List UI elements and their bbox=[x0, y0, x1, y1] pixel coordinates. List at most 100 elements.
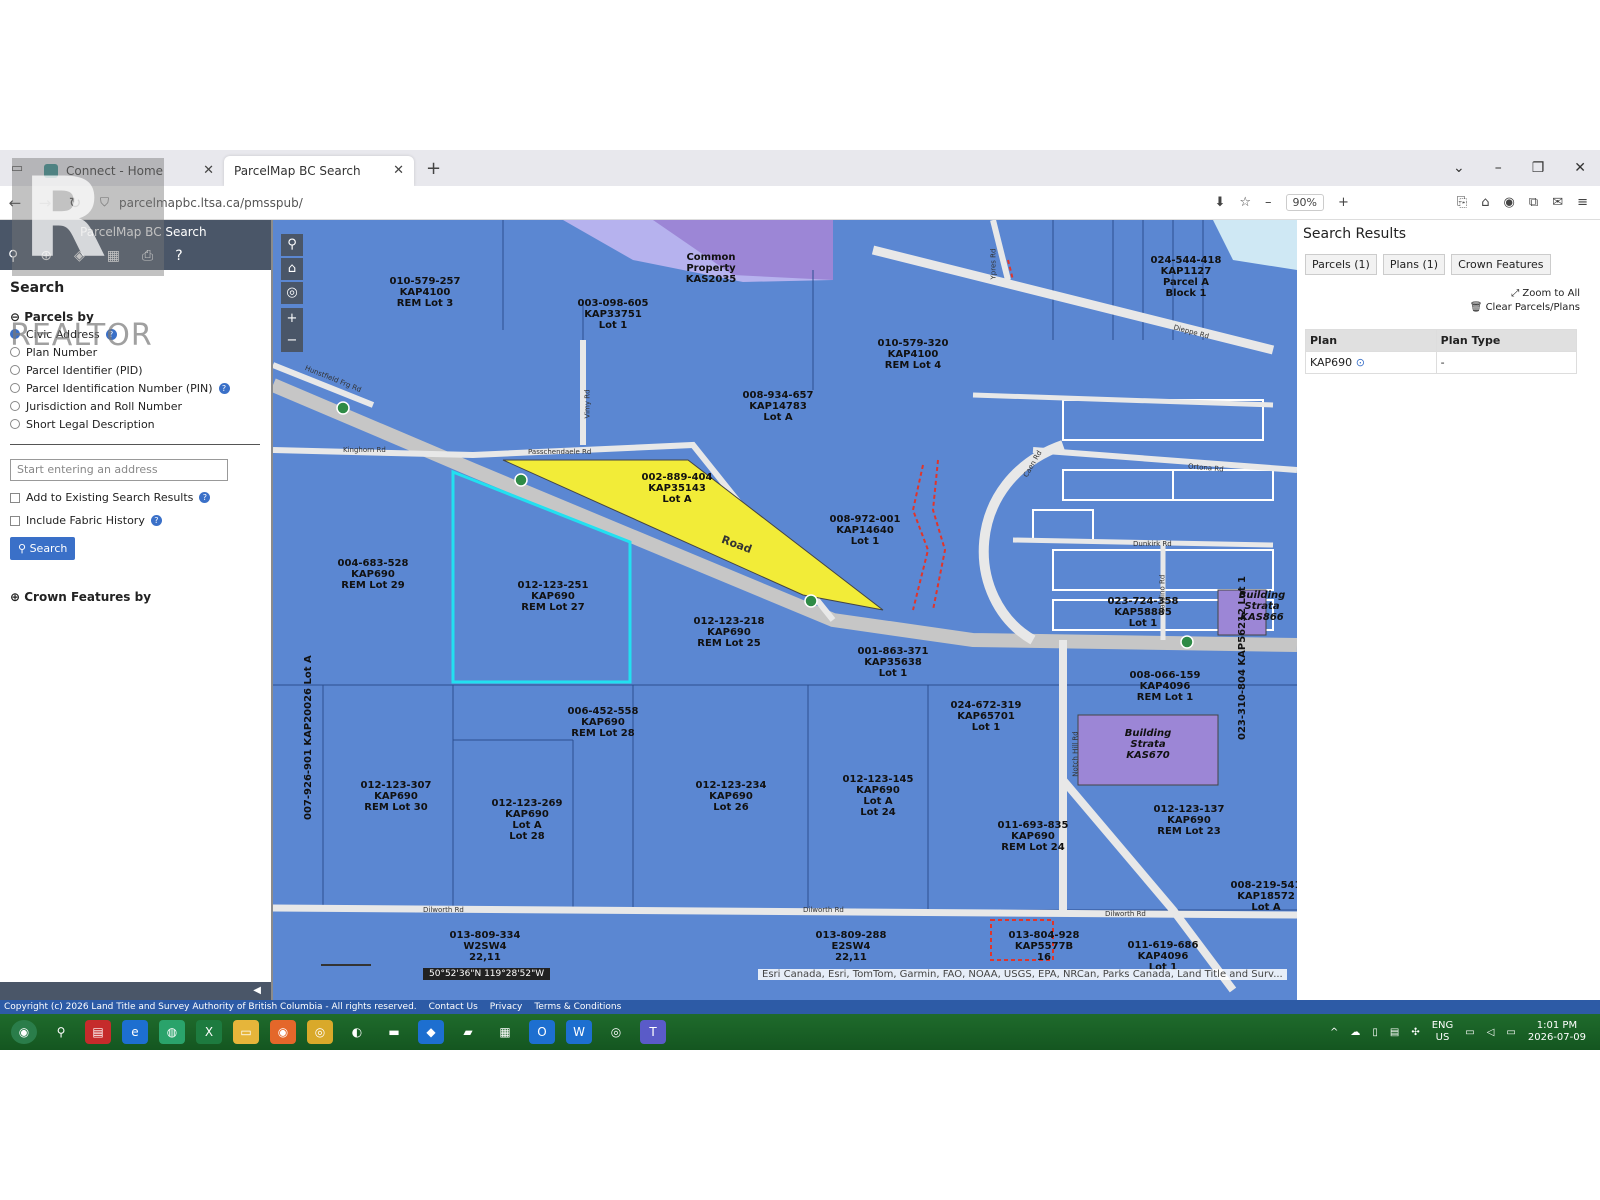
battery-icon[interactable]: ▭ bbox=[1506, 1027, 1515, 1038]
checkbox-box[interactable] bbox=[10, 492, 20, 503]
app-icon[interactable]: ▰ bbox=[455, 1020, 481, 1044]
calculator-icon[interactable]: ▦ bbox=[492, 1020, 518, 1044]
home-icon[interactable]: ⌂ bbox=[1481, 195, 1489, 210]
table-header: Plan bbox=[1305, 329, 1437, 352]
table-row[interactable]: KAP690 ⊙ - bbox=[1305, 351, 1578, 374]
road-label: Cassino Rd bbox=[1158, 574, 1167, 614]
parcel-label: 024-672-319 KAP65701 Lot 1 bbox=[950, 700, 1022, 733]
teams-icon[interactable]: T bbox=[640, 1020, 666, 1044]
zoom-out-icon[interactable]: – bbox=[1265, 195, 1272, 210]
file-explorer-icon[interactable]: ▭ bbox=[233, 1020, 259, 1044]
chrome-icon[interactable]: ◎ bbox=[307, 1020, 333, 1044]
coordinate-readout: 50°52'36"N 119°28'52"W bbox=[423, 968, 551, 980]
pdf-app-icon[interactable]: ▤ bbox=[85, 1020, 111, 1044]
restore-icon[interactable]: ❐ bbox=[1532, 160, 1545, 176]
account-icon[interactable]: ◉ bbox=[1504, 195, 1515, 210]
close-tab-icon[interactable]: ✕ bbox=[203, 163, 214, 178]
help-icon[interactable]: ? bbox=[175, 248, 182, 264]
collapse-panel-icon[interactable]: ◀ bbox=[0, 982, 271, 1000]
save-page-icon[interactable]: ⬇ bbox=[1214, 195, 1225, 210]
help-icon[interactable]: ? bbox=[150, 515, 162, 526]
radio-dot[interactable] bbox=[10, 419, 20, 429]
firefox-icon[interactable]: ◉ bbox=[270, 1020, 296, 1044]
parcel-label: 012-123-145 KAP690 Lot A Lot 24 bbox=[842, 774, 914, 818]
browser-icon[interactable]: ◍ bbox=[159, 1020, 185, 1044]
address-input[interactable]: Start entering an address bbox=[10, 459, 228, 481]
app-icon[interactable]: ◆ bbox=[418, 1020, 444, 1044]
excel-icon[interactable]: X bbox=[196, 1020, 222, 1044]
help-icon[interactable]: ? bbox=[218, 382, 230, 394]
cloud-icon[interactable]: ☁ bbox=[1350, 1027, 1360, 1038]
locate-pin-icon[interactable]: ⚲ bbox=[281, 234, 303, 256]
crown-features-heading[interactable]: ⊕ Crown Features by bbox=[10, 590, 261, 604]
radio-dot[interactable] bbox=[10, 401, 20, 411]
menu-icon[interactable]: ≡ bbox=[1577, 195, 1588, 210]
new-tab-icon[interactable]: + bbox=[414, 158, 453, 179]
map-home-icon[interactable]: ⌂ bbox=[281, 258, 303, 280]
radio-jurisdiction-roll[interactable]: Jurisdiction and Roll Number bbox=[10, 400, 261, 413]
app-icon[interactable]: ◎ bbox=[603, 1020, 629, 1044]
word-icon[interactable]: W bbox=[566, 1020, 592, 1044]
zoom-in-icon[interactable]: + bbox=[1338, 195, 1349, 210]
network-icon[interactable]: ▭ bbox=[1465, 1027, 1474, 1038]
terms-link[interactable]: Terms & Conditions bbox=[534, 1000, 621, 1014]
clock[interactable]: 1:01 PM 2026-07-09 bbox=[1528, 1020, 1586, 1044]
parcel-label: 013-809-334 W2SW4 22,11 bbox=[449, 930, 521, 963]
map-zoom-out-icon[interactable]: − bbox=[281, 330, 303, 352]
watermark-text: REALTOR bbox=[10, 318, 153, 353]
radio-dot[interactable] bbox=[10, 365, 20, 375]
radio-dot[interactable] bbox=[10, 383, 20, 393]
search-button[interactable]: ⚲ Search bbox=[10, 537, 76, 560]
include-fabric-checkbox[interactable]: Include Fabric History? bbox=[10, 514, 261, 527]
app-tray-icon[interactable]: ✣ bbox=[1411, 1027, 1419, 1038]
more-options-icon[interactable]: ⊙ bbox=[1356, 356, 1365, 369]
keyboard-icon[interactable]: ▬ bbox=[381, 1020, 407, 1044]
zoom-to-all-link[interactable]: ⤢ Zoom to All bbox=[1297, 287, 1580, 301]
minimize-icon[interactable]: – bbox=[1495, 160, 1502, 176]
radio-pid[interactable]: Parcel Identifier (PID) bbox=[10, 364, 261, 377]
copyright-text: Copyright (c) 2026 Land Title and Survey… bbox=[4, 1002, 417, 1012]
extensions-icon[interactable]: ⧉ bbox=[1529, 195, 1538, 210]
clear-parcels-link[interactable]: 🗑 Clear Parcels/Plans bbox=[1297, 301, 1580, 315]
volume-icon[interactable]: ◁ bbox=[1487, 1027, 1495, 1038]
address-bar[interactable]: ⛉ parcelmapbc.ltsa.ca/pmsspub/ bbox=[100, 190, 1214, 216]
road-label: Dunkirk Rd bbox=[1133, 540, 1172, 548]
radio-short-legal[interactable]: Short Legal Description bbox=[10, 418, 261, 431]
locate-me-icon[interactable]: ◎ bbox=[281, 282, 303, 304]
app-icon[interactable]: ◐ bbox=[344, 1020, 370, 1044]
tab-list-chevron-icon[interactable]: ⌄ bbox=[1453, 160, 1465, 176]
table-cell[interactable]: KAP690 ⊙ bbox=[1305, 351, 1437, 374]
map-view[interactable]: 010-579-257 KAP4100 REM Lot 3 003-098-60… bbox=[273, 220, 1297, 1000]
start-icon[interactable]: ◉ bbox=[11, 1020, 37, 1044]
parcel-label: 008-934-657 KAP14783 Lot A bbox=[742, 390, 814, 423]
map-zoom-in-icon[interactable]: + bbox=[281, 308, 303, 330]
close-window-icon[interactable]: ✕ bbox=[1574, 160, 1586, 176]
tab-parcels[interactable]: Parcels (1) bbox=[1305, 254, 1377, 275]
help-icon[interactable]: ? bbox=[199, 492, 211, 503]
app-tray-icon[interactable]: ▤ bbox=[1390, 1027, 1399, 1038]
language-indicator[interactable]: ENG US bbox=[1432, 1020, 1454, 1044]
pocket-icon[interactable]: ⎘ bbox=[1457, 195, 1467, 210]
contact-link[interactable]: Contact Us bbox=[429, 1000, 478, 1014]
radio-pin[interactable]: Parcel Identification Number (PIN)? bbox=[10, 382, 261, 395]
close-tab-icon[interactable]: ✕ bbox=[393, 163, 404, 178]
table-cell: - bbox=[1435, 351, 1578, 374]
tab-parcelmap[interactable]: ParcelMap BC Search ✕ bbox=[224, 156, 414, 186]
tab-plans[interactable]: Plans (1) bbox=[1382, 254, 1446, 275]
show-hidden-icon[interactable]: ^ bbox=[1330, 1027, 1338, 1038]
parcel-label: 003-098-605 KAP33751 Lot 1 bbox=[577, 298, 649, 331]
usb-icon[interactable]: ▯ bbox=[1372, 1027, 1378, 1038]
zoom-level[interactable]: 90% bbox=[1285, 194, 1324, 211]
parcel-label: 011-693-835 KAP690 REM Lot 24 bbox=[997, 820, 1069, 853]
outlook-icon[interactable]: O bbox=[529, 1020, 555, 1044]
scale-bar bbox=[321, 964, 371, 966]
privacy-link[interactable]: Privacy bbox=[490, 1000, 523, 1014]
star-icon[interactable]: ☆ bbox=[1239, 195, 1251, 210]
watermark-logo-icon: R bbox=[22, 154, 107, 282]
edge-icon[interactable]: e bbox=[122, 1020, 148, 1044]
tab-crown-features[interactable]: Crown Features bbox=[1451, 254, 1551, 275]
add-existing-checkbox[interactable]: Add to Existing Search Results? bbox=[10, 491, 261, 504]
notification-icon[interactable]: ✉ bbox=[1552, 195, 1563, 210]
search-icon[interactable]: ⚲ bbox=[48, 1020, 74, 1044]
checkbox-box[interactable] bbox=[10, 515, 20, 526]
